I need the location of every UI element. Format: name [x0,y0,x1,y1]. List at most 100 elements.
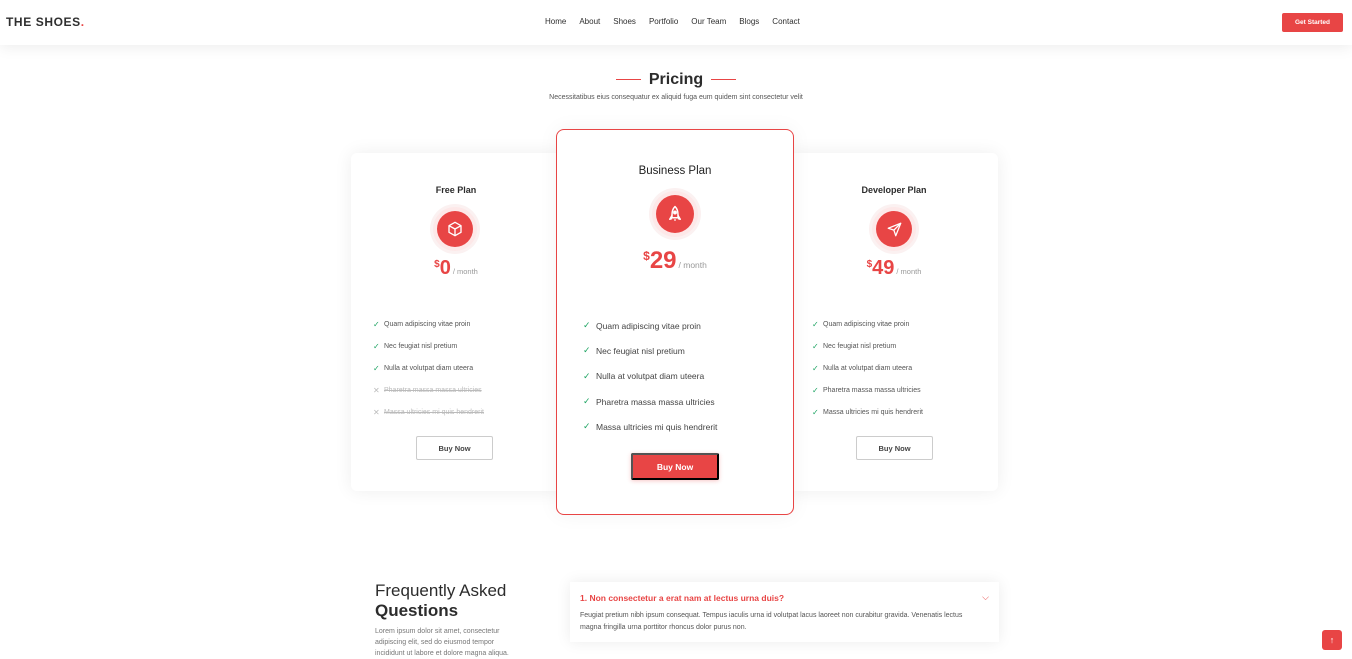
price-amount: 49 [872,257,895,279]
plan-icon-ring [872,207,916,251]
feature-text: Massa ultricies mi quis hendrerit [596,421,718,432]
feature-text: Nulla at volutpat diam uteera [596,371,705,382]
faq-question[interactable]: 1. Non consectetur a erat nam at lectus … [580,593,784,603]
buy-now-button-developer[interactable]: Buy Now [856,436,933,460]
check-icon: ✓ [373,363,380,373]
pricing-title: Pricing [608,71,744,89]
send-icon [876,211,912,247]
feature-text: Massa ultricies mi quis hendrerit [823,408,923,416]
pricing-subtitle: Necessitatibus eius consequatur ex aliqu… [549,94,803,101]
box-icon [437,211,473,247]
buy-now-button-free[interactable]: Buy Now [416,436,493,460]
price-amount: 29 [649,247,677,274]
feature-item: ✓ Quam adipiscing vitae proin [583,313,717,338]
plan-name: Business Plan [638,165,712,177]
check-icon: ✓ [373,341,380,351]
plan-name: Developer Plan [861,185,927,195]
price-period: / month [678,260,707,270]
feature-text: Nec feugiat nisl pretium [596,345,685,356]
buy-now-button-business[interactable]: Buy Now [631,453,719,480]
faq-item[interactable]: 1. Non consectetur a erat nam at lectus … [570,582,999,642]
feature-item: ✓ Quam adipiscing vitae proin [812,313,923,335]
feature-item: ✓ Quam adipiscing vitae proin [373,313,484,335]
check-icon: ✓ [812,363,819,373]
faq-title-line1: Frequently Asked [375,581,507,600]
check-icon: ✓ [812,319,819,329]
pricing-card-business: Business Plan $29/ month ✓ Quam adipiscin… [556,129,794,515]
price-period: / month [896,267,922,276]
check-icon: ✓ [812,341,819,351]
x-icon: ✕ [373,407,380,417]
feature-item: ✓ Pharetra massa massa ultricies [583,389,717,414]
check-icon: ✓ [583,421,591,432]
nav-our-team[interactable]: Our Team [691,17,726,26]
check-icon: ✓ [583,320,591,331]
faq-description: Lorem ipsum dolor sit amet, consectetur … [375,628,509,657]
feature-item: ✓ Massa ultricies mi quis hendrerit [812,401,923,423]
feature-text: Quam adipiscing vitae proin [384,320,471,328]
check-icon: ✓ [373,319,380,329]
feature-list: ✓ Quam adipiscing vitae proin ✓ Nec feugia… [583,313,717,439]
feature-text: Nec feugiat nisl pretium [384,342,458,350]
feature-list: ✓ Quam adipiscing vitae proin ✓ Nec feugia… [812,313,923,423]
feature-text: Pharetra massa massa ultricies [823,386,921,394]
faq-title: Frequently Asked Questions [375,581,506,621]
faq-title-line2: Questions [375,601,459,620]
back-to-top-button[interactable]: ↑ [1322,630,1342,650]
plan-price: $49/ month [790,257,998,280]
feature-item: ✓ Massa ultricies mi quis hendrerit [583,414,717,439]
feature-text: Massa ultricies mi quis hendrerit [384,408,484,416]
price-period: / month [452,267,478,276]
feature-text: Pharetra massa massa ultricies [384,386,482,394]
pricing-title-wrap: Pricing [0,67,1352,89]
feature-text: Nec feugiat nisl pretium [823,342,897,350]
check-icon: ✓ [583,345,591,356]
feature-item: ✓ Nec feugiat nisl pretium [812,335,923,357]
plan-price: $29/ month [557,247,793,275]
nav-about[interactable]: About [579,17,600,26]
feature-item: ✓ Nulla at volutpat diam uteera [583,364,717,389]
nav-portfolio[interactable]: Portfolio [649,17,678,26]
nav-contact[interactable]: Contact [772,17,800,26]
feature-item-disabled: ✕ Massa ultricies mi quis hendrerit [373,401,484,423]
feature-item: ✓ Pharetra massa massa ultricies [812,379,923,401]
plan-name: Free Plan [435,185,477,195]
feature-text: Nulla at volutpat diam uteera [823,364,913,372]
feature-item-disabled: ✕ Pharetra massa massa ultricies [373,379,484,401]
price-amount: 0 [439,257,451,279]
pricing-card-free: Free Plan $0/ month ✓ Quam adipiscing vit… [351,153,561,491]
brand-name: THE SHOES [6,15,81,29]
main-nav: Home About Shoes Portfolio Our Team Blog… [545,17,813,26]
plan-icon-ring [433,207,477,251]
brand-logo[interactable]: THE SHOES. [6,15,85,29]
feature-item: ✓ Nulla at volutpat diam uteera [373,357,484,379]
check-icon: ✓ [583,370,591,381]
site-header: THE SHOES. Home About Shoes Portfolio Ou… [0,0,1352,45]
feature-text: Quam adipiscing vitae proin [823,320,910,328]
faq-answer: Feugiat pretium nibh ipsum consequat. Te… [580,612,963,631]
feature-item: ✓ Nec feugiat nisl pretium [583,338,717,363]
chevron-down-icon[interactable]: ⌵ [982,592,989,603]
rocket-icon [656,195,694,233]
feature-text: Nulla at volutpat diam uteera [384,364,474,372]
price-currency: $ [866,259,873,270]
feature-list: ✓ Quam adipiscing vitae proin ✓ Nec feugia… [373,313,484,423]
nav-blogs[interactable]: Blogs [739,17,759,26]
price-currency: $ [434,259,440,270]
plan-icon-ring [652,191,698,237]
feature-item: ✓ Nec feugiat nisl pretium [373,335,484,357]
brand-dot: . [80,15,85,29]
feature-text: Quam adipiscing vitae proin [596,320,701,331]
pricing-card-developer: Developer Plan $49/ month ✓ Quam adipisci… [790,153,998,491]
check-icon: ✓ [812,385,819,395]
feature-text: Pharetra massa massa ultricies [596,396,715,407]
nav-shoes[interactable]: Shoes [613,17,636,26]
feature-item: ✓ Nulla at volutpat diam uteera [812,357,923,379]
x-icon: ✕ [373,385,380,395]
check-icon: ✓ [583,396,591,407]
arrow-up-icon: ↑ [1329,635,1335,645]
check-icon: ✓ [812,407,819,417]
nav-home[interactable]: Home [545,17,566,26]
get-started-button[interactable]: Get Started [1282,13,1343,32]
price-currency: $ [643,249,650,263]
